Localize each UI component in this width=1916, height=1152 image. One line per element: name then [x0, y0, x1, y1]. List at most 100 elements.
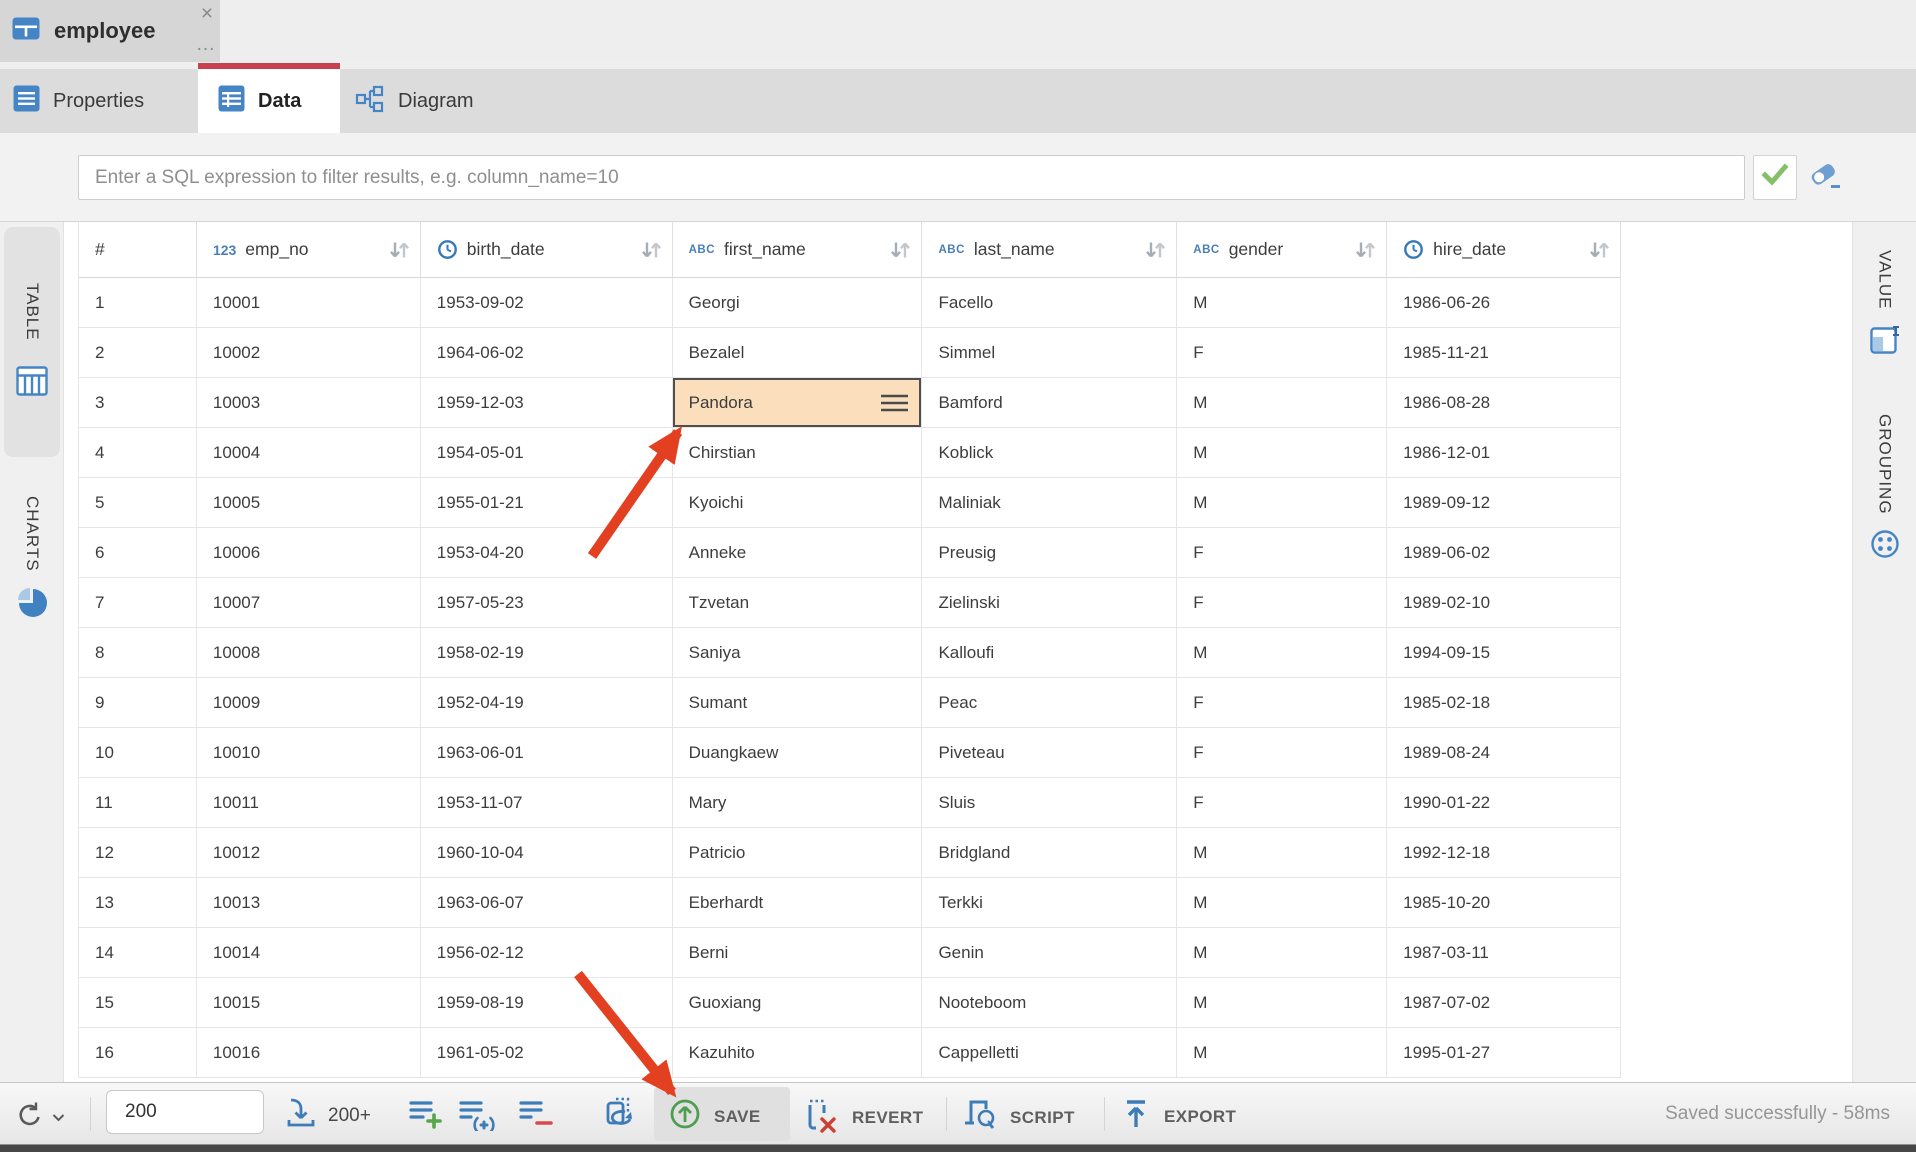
- cell-emp_no[interactable]: 10011: [197, 778, 421, 828]
- row-number-cell[interactable]: 15: [79, 978, 197, 1028]
- cell-gender[interactable]: M: [1177, 1028, 1387, 1078]
- cell-emp_no[interactable]: 10013: [197, 878, 421, 928]
- cell-first_name[interactable]: Georgi: [673, 278, 923, 328]
- cell-hire_date[interactable]: 1986-06-26: [1387, 278, 1621, 328]
- cell-hire_date[interactable]: 1992-12-18: [1387, 828, 1621, 878]
- cell-last_name[interactable]: Nooteboom: [922, 978, 1177, 1028]
- cell-emp_no[interactable]: 10014: [197, 928, 421, 978]
- cell-gender[interactable]: M: [1177, 878, 1387, 928]
- cell-menu-icon[interactable]: [881, 394, 908, 412]
- cell-gender[interactable]: M: [1177, 378, 1387, 428]
- close-icon[interactable]: ×: [196, 2, 218, 26]
- cell-gender[interactable]: F: [1177, 578, 1387, 628]
- row-number-cell[interactable]: 1: [79, 278, 197, 328]
- row-number-cell[interactable]: 5: [79, 478, 197, 528]
- row-number-cell[interactable]: 11: [79, 778, 197, 828]
- cell-first_name[interactable]: Kazuhito: [673, 1028, 923, 1078]
- cell-birth_date[interactable]: 1952-04-19: [421, 678, 673, 728]
- cell-last_name[interactable]: Genin: [922, 928, 1177, 978]
- cell-emp_no[interactable]: 10015: [197, 978, 421, 1028]
- cell-birth_date[interactable]: 1953-04-20: [421, 528, 673, 578]
- row-number-cell[interactable]: 12: [79, 828, 197, 878]
- sort-icon[interactable]: [1354, 240, 1376, 260]
- cell-last_name[interactable]: Preusig: [922, 528, 1177, 578]
- cell-first_name[interactable]: Bezalel: [673, 328, 923, 378]
- cell-gender[interactable]: M: [1177, 628, 1387, 678]
- row-number-cell[interactable]: 4: [79, 428, 197, 478]
- cell-birth_date[interactable]: 1953-09-02: [421, 278, 673, 328]
- overflow-dots-icon[interactable]: ...: [194, 34, 218, 54]
- cell-birth_date[interactable]: 1959-08-19: [421, 978, 673, 1028]
- cell-last_name[interactable]: Sluis: [922, 778, 1177, 828]
- cell-first_name[interactable]: Duangkaew: [673, 728, 923, 778]
- cell-first_name[interactable]: Guoxiang: [673, 978, 923, 1028]
- script-button[interactable]: SCRIPT: [962, 1097, 1075, 1138]
- panel-tab-grouping[interactable]: GROUPING: [1853, 384, 1916, 594]
- column-header-first_name[interactable]: ABCfirst_name: [673, 222, 923, 278]
- cell-emp_no[interactable]: 10001: [197, 278, 421, 328]
- cell-emp_no[interactable]: 10012: [197, 828, 421, 878]
- cell-gender[interactable]: F: [1177, 778, 1387, 828]
- cell-gender[interactable]: M: [1177, 428, 1387, 478]
- cell-last_name[interactable]: Zielinski: [922, 578, 1177, 628]
- cell-hire_date[interactable]: 1987-03-11: [1387, 928, 1621, 978]
- cell-hire_date[interactable]: 1989-08-24: [1387, 728, 1621, 778]
- cell-hire_date[interactable]: 1986-12-01: [1387, 428, 1621, 478]
- cell-emp_no[interactable]: 10016: [197, 1028, 421, 1078]
- cell-birth_date[interactable]: 1963-06-01: [421, 728, 673, 778]
- cell-emp_no[interactable]: 10008: [197, 628, 421, 678]
- cell-gender[interactable]: F: [1177, 528, 1387, 578]
- row-number-cell[interactable]: 7: [79, 578, 197, 628]
- cell-first_name[interactable]: Mary: [673, 778, 923, 828]
- sql-filter-input[interactable]: [78, 155, 1745, 200]
- revert-button[interactable]: REVERT: [802, 1097, 923, 1138]
- refresh-button[interactable]: [14, 1099, 65, 1136]
- cell-first_name[interactable]: Chirstian: [673, 428, 923, 478]
- cell-last_name[interactable]: Peac: [922, 678, 1177, 728]
- cell-first_name[interactable]: Saniya: [673, 628, 923, 678]
- cell-birth_date[interactable]: 1959-12-03: [421, 378, 673, 428]
- cell-emp_no[interactable]: 10003: [197, 378, 421, 428]
- add-row-button[interactable]: [408, 1097, 444, 1136]
- cell-emp_no[interactable]: 10009: [197, 678, 421, 728]
- cell-birth_date[interactable]: 1958-02-19: [421, 628, 673, 678]
- cell-birth_date[interactable]: 1954-05-01: [421, 428, 673, 478]
- refresh-cell-button[interactable]: [602, 1095, 642, 1138]
- row-number-cell[interactable]: 16: [79, 1028, 197, 1078]
- cell-first_name[interactable]: Patricio: [673, 828, 923, 878]
- cell-hire_date[interactable]: 1990-01-22: [1387, 778, 1621, 828]
- save-button[interactable]: SAVE: [668, 1097, 761, 1136]
- cell-last_name[interactable]: Maliniak: [922, 478, 1177, 528]
- sort-icon[interactable]: [640, 240, 662, 260]
- cell-last_name[interactable]: Kalloufi: [922, 628, 1177, 678]
- cell-emp_no[interactable]: 10002: [197, 328, 421, 378]
- cell-gender[interactable]: M: [1177, 478, 1387, 528]
- cell-hire_date[interactable]: 1985-02-18: [1387, 678, 1621, 728]
- cell-first_name[interactable]: Kyoichi: [673, 478, 923, 528]
- cell-birth_date[interactable]: 1957-05-23: [421, 578, 673, 628]
- cell-gender[interactable]: M: [1177, 278, 1387, 328]
- tab-diagram[interactable]: Diagram: [340, 69, 530, 133]
- sort-icon[interactable]: [1144, 240, 1166, 260]
- cell-first_name[interactable]: Eberhardt: [673, 878, 923, 928]
- cell-hire_date[interactable]: 1986-08-28: [1387, 378, 1621, 428]
- fetch-size-input[interactable]: [106, 1090, 264, 1134]
- tab-properties[interactable]: Properties: [0, 69, 198, 133]
- cell-emp_no[interactable]: 10004: [197, 428, 421, 478]
- cell-first_name[interactable]: Berni: [673, 928, 923, 978]
- column-header-hire_date[interactable]: hire_date: [1387, 222, 1621, 278]
- row-number-cell[interactable]: 9: [79, 678, 197, 728]
- cell-gender[interactable]: M: [1177, 828, 1387, 878]
- cell-last_name[interactable]: Piveteau: [922, 728, 1177, 778]
- cell-hire_date[interactable]: 1985-11-21: [1387, 328, 1621, 378]
- cell-last_name[interactable]: Terkki: [922, 878, 1177, 928]
- cell-gender[interactable]: M: [1177, 928, 1387, 978]
- cell-hire_date[interactable]: 1994-09-15: [1387, 628, 1621, 678]
- selected-cell-first_name[interactable]: Pandora: [673, 378, 923, 428]
- cell-last_name[interactable]: Bamford: [922, 378, 1177, 428]
- cell-gender[interactable]: F: [1177, 678, 1387, 728]
- fetch-more-button[interactable]: 200+: [284, 1096, 371, 1135]
- cell-hire_date[interactable]: 1989-02-10: [1387, 578, 1621, 628]
- panel-tab-charts[interactable]: CHARTS: [0, 474, 64, 644]
- cell-hire_date[interactable]: 1989-06-02: [1387, 528, 1621, 578]
